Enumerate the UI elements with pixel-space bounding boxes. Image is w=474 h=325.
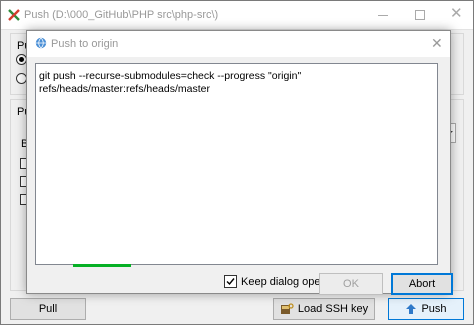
ok-button-label: OK xyxy=(343,278,359,290)
log-line: refs/heads/master:refs/heads/master xyxy=(39,83,210,95)
git-globe-icon xyxy=(35,37,47,49)
log-line: git push --recurse-submodules=check --pr… xyxy=(39,70,302,82)
checkmark-icon xyxy=(226,278,235,286)
close-icon[interactable]: ✕ xyxy=(450,6,463,22)
dialog-title: Push to origin xyxy=(51,38,119,50)
tortoisegit-app-icon xyxy=(8,9,20,21)
push-progress-dialog: Push to origin ✕ git push --recurse-subm… xyxy=(26,30,453,295)
output-log[interactable]: git push --recurse-submodules=check --pr… xyxy=(35,63,438,265)
push-arrow-icon xyxy=(405,303,417,315)
pull-button-label: Pull xyxy=(38,303,58,315)
push-window-titlebar: Push (D:\000_GitHub\PHP src\php-src\) ✕ xyxy=(1,1,473,30)
keep-dialog-open-checkbox[interactable] xyxy=(224,275,237,288)
load-ssh-key-label: Load SSH key xyxy=(297,303,369,315)
pull-button[interactable]: Pull xyxy=(10,298,86,320)
dialog-close-icon[interactable]: ✕ xyxy=(431,35,443,51)
abort-button-label: Abort xyxy=(408,278,436,290)
keep-dialog-open-label: Keep dialog open xyxy=(241,276,327,288)
progress-bar xyxy=(73,264,131,267)
push-window-title: Push (D:\000_GitHub\PHP src\php-src\) xyxy=(24,9,219,21)
abort-button[interactable]: Abort xyxy=(391,273,453,295)
ok-button[interactable]: OK xyxy=(319,273,383,295)
dialog-titlebar: Push to origin ✕ xyxy=(27,31,450,57)
ssh-key-icon xyxy=(280,302,294,316)
maximize-icon[interactable] xyxy=(415,10,425,20)
load-ssh-key-button[interactable]: Load SSH key xyxy=(273,298,375,320)
push-button[interactable]: Push xyxy=(388,298,464,320)
minimize-icon[interactable] xyxy=(378,15,388,16)
push-button-label: Push xyxy=(421,303,447,315)
